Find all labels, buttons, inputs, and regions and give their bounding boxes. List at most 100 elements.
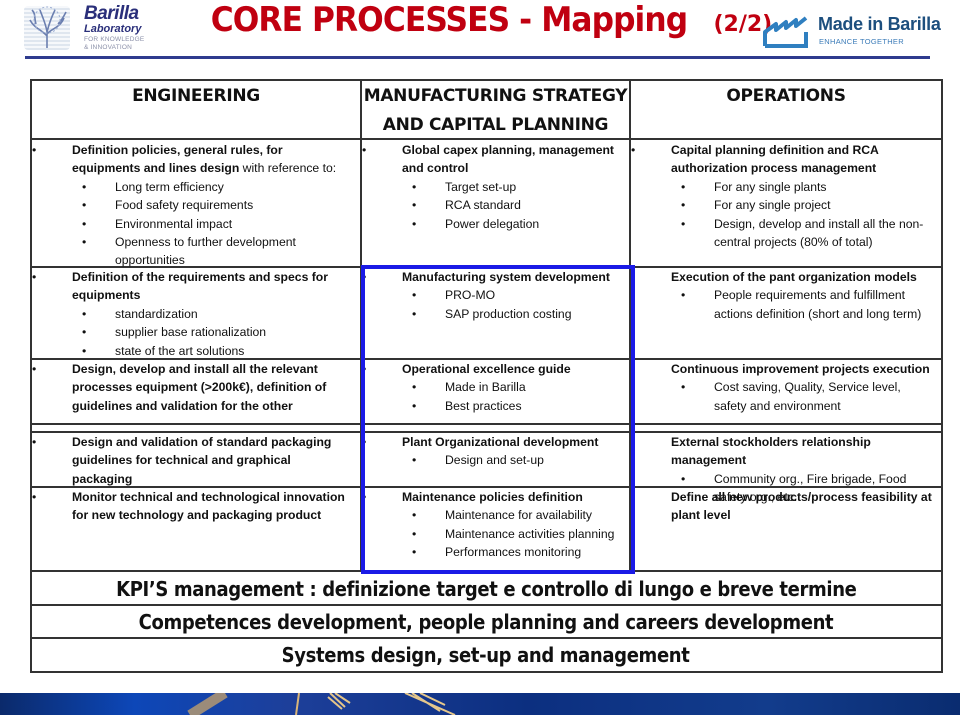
bullet-icon: •	[681, 288, 686, 303]
list-subitem: • Food safety requirements	[32, 196, 354, 214]
bullet-icon: •	[412, 453, 417, 468]
list-subitem-text: Maintenance for availability	[445, 508, 593, 523]
list-item: • External stockholders relationship mana…	[631, 433, 935, 470]
bullet-icon: •	[412, 545, 417, 560]
table-cell: • Maintenance policies definition • Mainten…	[362, 488, 623, 562]
bullet-icon: •	[412, 288, 417, 303]
header-divider	[25, 56, 930, 59]
list-subitem-text: Food safety requirements	[115, 198, 254, 213]
list-subitem-text: Long term efficiency	[115, 179, 224, 194]
list-subitem: • For any single plants	[631, 178, 935, 196]
list-subitem: • state of the art solutions	[32, 342, 354, 360]
footer-decorative-band	[0, 693, 960, 715]
table-cell: • Define all new products/process feasibi…	[631, 488, 935, 525]
list-item-title: External stockholders relationship manag…	[671, 435, 871, 468]
column-header-line: ENGINEERING	[132, 86, 260, 106]
column-header-line: OPERATIONS	[726, 86, 846, 106]
bullet-icon: •	[362, 490, 367, 504]
bullet-icon: •	[631, 362, 636, 376]
list-item: • Define all new products/process feasibi…	[631, 488, 935, 525]
bullet-icon: •	[82, 325, 87, 340]
list-item-text: with reference to:	[239, 161, 337, 176]
logo-left-line3: FOR KNOWLEDGE	[84, 36, 145, 43]
logo-left-line2: Laboratory	[84, 23, 142, 35]
tree-icon	[24, 6, 70, 50]
factory-roof-icon	[763, 16, 808, 48]
bullet-icon: •	[32, 143, 37, 157]
list-subitem: • supplier base rationalization	[32, 323, 354, 341]
list-subitem: • People requirements and fulfillment act…	[631, 286, 935, 323]
list-item-title: Define all new products/process feasibil…	[671, 490, 932, 523]
made-in-barilla-logo: Made in Barilla ENHANCE TOGETHER	[762, 8, 942, 50]
bullet-icon: •	[362, 270, 367, 284]
bullet-icon: •	[32, 362, 37, 376]
competences-development-band: Competences development, people planning…	[30, 606, 942, 638]
barilla-laboratory-logo: Barilla Laboratory FOR KNOWLEDGE & INNOV…	[24, 4, 154, 50]
list-subitem: • Design and set-up	[362, 451, 623, 469]
bullet-icon: •	[412, 306, 417, 321]
list-item-title: Maintenance policies definition	[402, 490, 583, 504]
list-item-title: Manufacturing system development	[402, 270, 610, 284]
table-cell: • Continuous improvement projects executi…	[631, 360, 935, 415]
column-header-engineering: ENGINEERING	[32, 82, 360, 111]
table-border-bottom	[30, 671, 942, 673]
table-cell: • Manufacturing system development • PRO-MO…	[362, 268, 623, 323]
list-subitem: • Maintenance activities planning	[362, 525, 623, 543]
list-item: • Maintenance policies definition	[362, 488, 623, 506]
table-cell: • Definition of the requirements and spec…	[32, 268, 354, 360]
bullet-icon: •	[681, 471, 686, 486]
list-subitem: • Environmental impact	[32, 215, 354, 233]
list-subitem-text: For any single project	[714, 198, 831, 213]
table-cell: • Capital planning definition and RCA aut…	[631, 141, 935, 251]
list-subitem: • Target set-up	[362, 178, 623, 196]
list-item: • Execution of the pant organization mode…	[631, 268, 935, 286]
list-subitem-text: Cost saving, Quality, Service level, saf…	[714, 380, 901, 413]
list-subitem: • Power delegation	[362, 215, 623, 233]
list-subitem-text: Best practices	[445, 398, 522, 413]
list-subitem-text: PRO-MO	[445, 288, 496, 303]
list-subitem: • Long term efficiency	[32, 178, 354, 196]
list-item-title: Operational excellence guide	[402, 362, 571, 376]
page-title-main: CORE PROCESSES - Mapping	[210, 0, 688, 40]
bullet-icon: •	[412, 398, 417, 413]
table-cell: • Operational excellence guide • Made in Ba…	[362, 360, 623, 415]
bullet-icon: •	[631, 435, 636, 449]
bullet-icon: •	[82, 235, 87, 250]
list-subitem-text: state of the art solutions	[115, 343, 245, 358]
column-header-line: MANUFACTURING STRATEGY	[363, 86, 628, 106]
list-subitem-text: Target set-up	[445, 179, 517, 194]
kpi-management-band: KPI’S management : definizione target e …	[30, 573, 942, 605]
list-subitem: • standardization	[32, 305, 354, 323]
list-item-title: Execution of the pant organization model…	[671, 270, 917, 284]
table-cell: • Global capex planning, management and c…	[362, 141, 623, 233]
logo-left-line1: Barilla	[84, 3, 139, 24]
bullet-icon: •	[412, 198, 417, 213]
row-divider	[30, 570, 942, 572]
page-title: CORE PROCESSES - Mapping (2/2)	[190, 0, 773, 44]
bullet-icon: •	[631, 143, 636, 157]
list-item-title: Capital planning definition and RCA auth…	[671, 143, 879, 176]
wheat-icon	[187, 693, 456, 715]
list-subitem: • Performances monitoring	[362, 543, 623, 561]
bullet-icon: •	[631, 490, 636, 504]
list-subitem-text: SAP production costing	[445, 306, 572, 321]
list-subitem-text: Power delegation	[445, 216, 540, 231]
bullet-icon: •	[362, 143, 367, 157]
column-header-line: AND CAPITAL PLANNING	[382, 115, 609, 135]
list-subitem-text: For any single plants	[714, 179, 827, 194]
column-header-operations: OPERATIONS	[631, 82, 941, 111]
list-subitem: • For any single project	[631, 196, 935, 214]
list-item-title: Monitor technical and technological inno…	[72, 490, 345, 523]
bullet-icon: •	[32, 270, 37, 284]
column-header-manufacturing-strategy: MANUFACTURING STRATEGY AND CAPITAL PLANN…	[362, 82, 629, 140]
bullet-icon: •	[82, 179, 87, 194]
table-border-top	[30, 79, 942, 81]
table-cell: • Plant Organizational development • Design…	[362, 433, 623, 470]
bullet-icon: •	[681, 179, 686, 194]
band-text: Competences development, people planning…	[138, 610, 834, 634]
list-subitem: • Made in Barilla	[362, 378, 623, 396]
list-item-title: Design, develop and install all the rele…	[72, 362, 327, 413]
systems-design-band: Systems design, set-up and management	[30, 639, 942, 671]
list-item-title: Definition of the requirements and specs…	[72, 270, 328, 303]
bullet-icon: •	[82, 198, 87, 213]
